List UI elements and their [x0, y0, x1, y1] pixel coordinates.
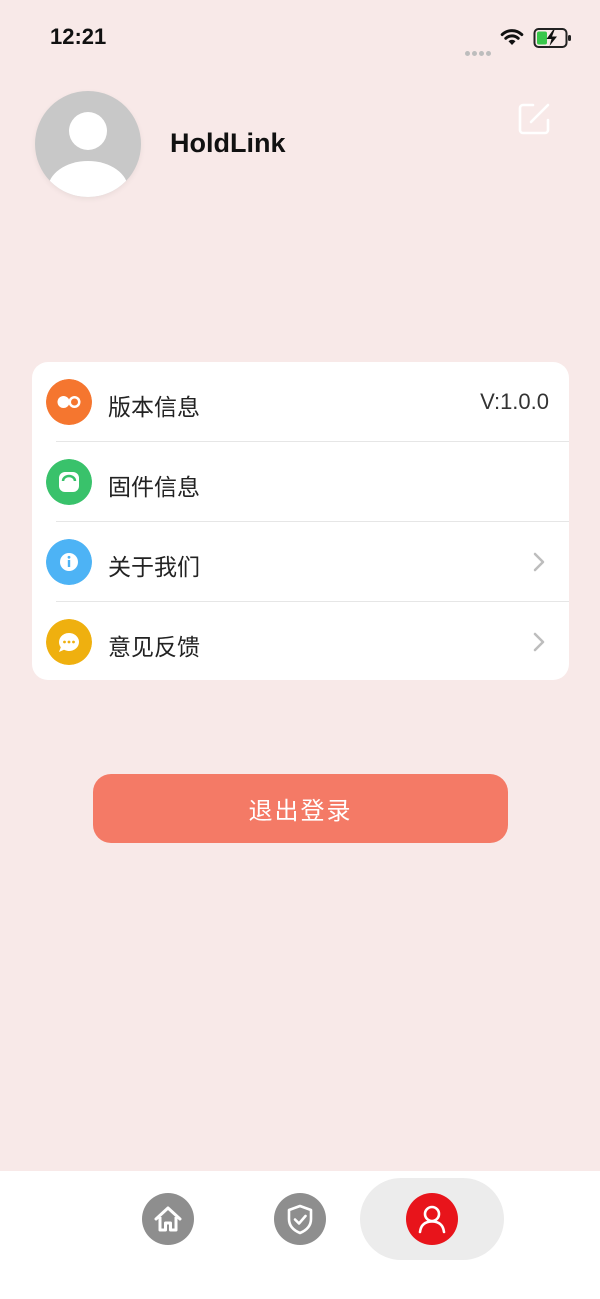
home-icon — [142, 1193, 194, 1245]
menu-item-firmware[interactable]: 固件信息 — [32, 442, 569, 522]
status-time: 12:21 — [50, 24, 107, 49]
logout-button[interactable]: 退出登录 — [93, 774, 508, 843]
menu-item-about[interactable]: 关于我们 — [32, 522, 569, 602]
edit-icon[interactable] — [517, 100, 553, 136]
menu-item-label: 关于我们 — [108, 555, 200, 581]
menu-item-label: 意见反馈 — [108, 635, 200, 661]
version-value: V:1.0.0 — [480, 389, 549, 414]
settings-menu: 版本信息 V:1.0.0 固件信息 关于我们 意见反馈 — [32, 362, 569, 680]
wifi-icon — [500, 29, 524, 45]
tab-security[interactable] — [274, 1193, 326, 1249]
tab-home[interactable] — [142, 1193, 194, 1249]
status-bar: 12:21 — [0, 0, 600, 76]
menu-item-label: 版本信息 — [108, 395, 200, 421]
chevron-right-icon — [533, 552, 545, 572]
info-icon — [46, 539, 92, 585]
signal-dots-icon — [465, 41, 493, 60]
firmware-icon — [46, 459, 92, 505]
shield-icon — [274, 1193, 326, 1245]
version-icon — [46, 379, 92, 425]
feedback-icon — [46, 619, 92, 665]
menu-item-feedback[interactable]: 意见反馈 — [32, 602, 569, 680]
menu-item-label: 固件信息 — [108, 475, 200, 501]
tab-bar — [0, 1171, 600, 1299]
menu-item-version[interactable]: 版本信息 V:1.0.0 — [32, 362, 569, 442]
avatar[interactable] — [35, 91, 141, 197]
username: HoldLink — [170, 128, 286, 158]
tab-profile[interactable] — [406, 1193, 458, 1249]
battery-charging-icon — [533, 28, 571, 48]
chevron-right-icon — [533, 632, 545, 652]
user-icon — [406, 1193, 458, 1245]
